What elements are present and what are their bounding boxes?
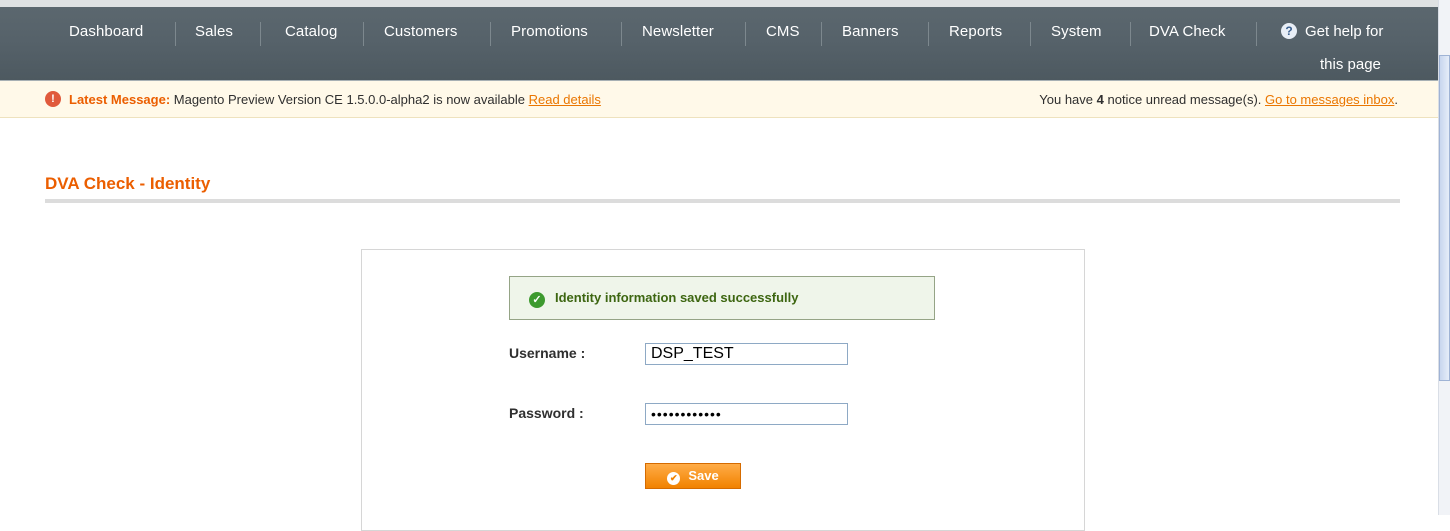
latest-message-label: Latest Message: xyxy=(69,92,171,107)
nav-separator xyxy=(260,22,261,46)
save-label: Save xyxy=(688,467,719,483)
messages-inbox-link[interactable]: Go to messages inbox xyxy=(1265,92,1394,107)
nav-separator xyxy=(1030,22,1031,46)
nav-item-system[interactable]: System xyxy=(1051,14,1102,54)
nav-item-promotions[interactable]: Promotions xyxy=(511,14,588,54)
nav-item-dashboard[interactable]: Dashboard xyxy=(69,14,143,54)
nav-item-catalog[interactable]: Catalog xyxy=(285,14,337,54)
help-link[interactable]: Get help for xyxy=(1305,14,1383,50)
nav-item-dva-check[interactable]: DVA Check xyxy=(1149,14,1226,54)
nav-separator xyxy=(928,22,929,46)
nav-separator xyxy=(621,22,622,46)
nav-separator xyxy=(1130,22,1131,46)
save-button[interactable]: ✔ Save xyxy=(645,463,741,489)
latest-message-text: Magento Preview Version CE 1.5.0.0-alpha… xyxy=(170,92,529,107)
alert-icon: ! xyxy=(45,91,61,107)
success-message: Identity information saved successfully xyxy=(555,290,799,305)
password-field[interactable] xyxy=(645,403,848,425)
unread-suffix: notice unread message(s). xyxy=(1103,92,1266,107)
help-icon[interactable]: ? xyxy=(1281,23,1297,39)
check-icon: ✔ xyxy=(667,471,681,485)
latest-message: Latest Message: Magento Preview Version … xyxy=(69,92,601,107)
unread-messages: You have 4 notice unread message(s). Go … xyxy=(1039,92,1398,107)
title-divider xyxy=(45,199,1400,203)
username-label: Username : xyxy=(509,345,586,361)
username-field[interactable] xyxy=(645,343,848,365)
nav-item-newsletter[interactable]: Newsletter xyxy=(642,14,714,54)
nav-separator xyxy=(490,22,491,46)
nav-item-cms[interactable]: CMS xyxy=(766,14,800,54)
scrollbar-thumb[interactable] xyxy=(1439,55,1450,381)
help-link-continued[interactable]: this page xyxy=(1320,50,1381,80)
nav-separator xyxy=(821,22,822,46)
nav-separator xyxy=(175,22,176,46)
check-icon: ✓ xyxy=(529,292,545,308)
password-label: Password : xyxy=(509,405,584,421)
unread-count: 4 xyxy=(1096,92,1104,107)
unread-end: . xyxy=(1394,92,1398,107)
nav-separator xyxy=(363,22,364,46)
nav-item-customers[interactable]: Customers xyxy=(384,14,457,54)
read-details-link[interactable]: Read details xyxy=(529,92,601,107)
nav-top-border xyxy=(0,0,1438,7)
nav-item-reports[interactable]: Reports xyxy=(949,14,1002,54)
nav-separator xyxy=(1256,22,1257,46)
nav-item-banners[interactable]: Banners xyxy=(842,14,899,54)
nav-separator xyxy=(745,22,746,46)
page-title: DVA Check - Identity xyxy=(45,174,211,193)
unread-prefix: You have xyxy=(1039,92,1097,107)
nav-item-sales[interactable]: Sales xyxy=(195,14,233,54)
